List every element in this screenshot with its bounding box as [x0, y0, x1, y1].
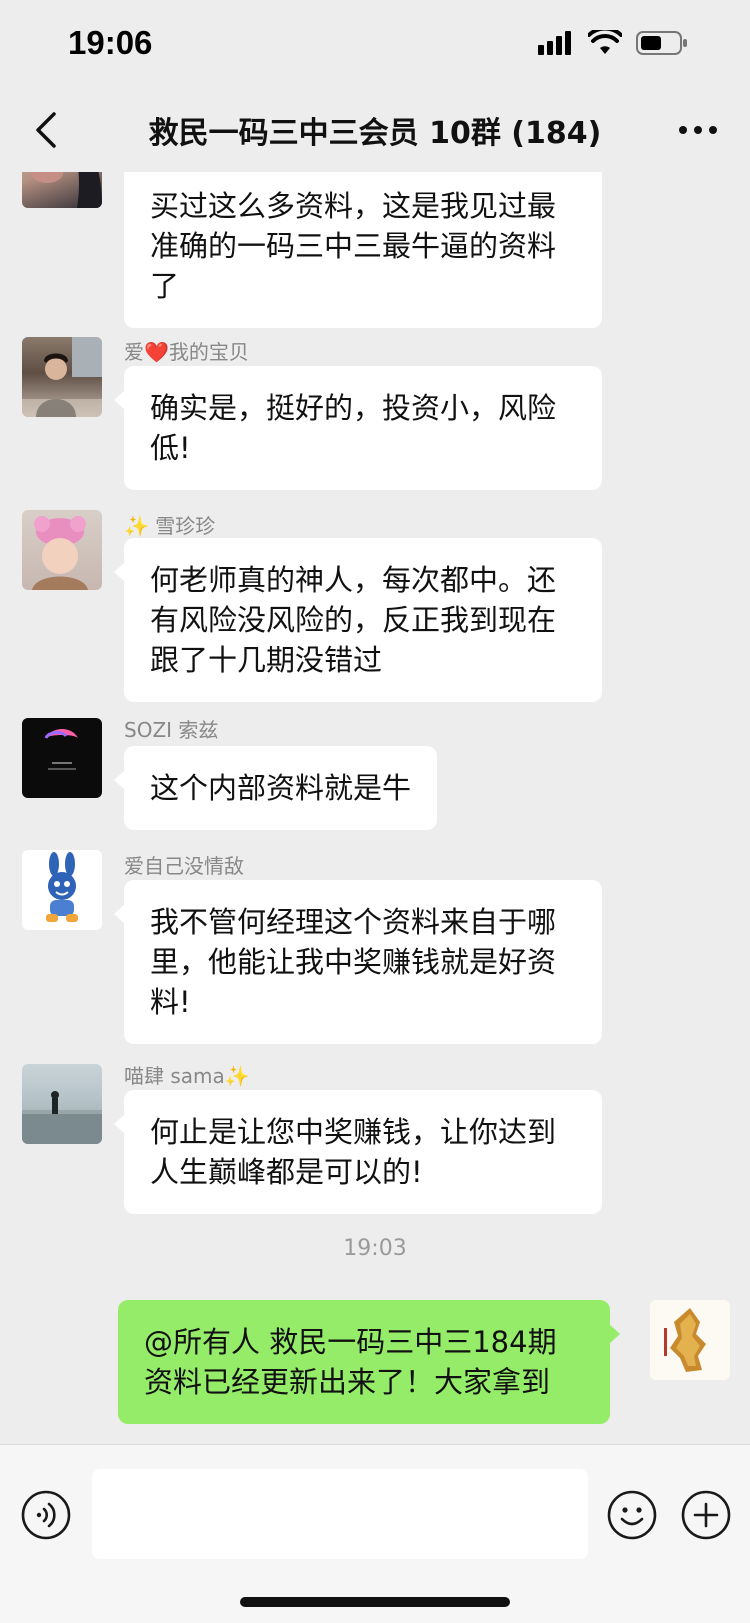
wifi-icon — [588, 30, 622, 54]
voice-button[interactable] — [20, 1489, 72, 1541]
avatar[interactable] — [22, 337, 102, 417]
sender-name: 爱❤️我的宝贝 — [124, 340, 249, 364]
avatar[interactable] — [22, 718, 102, 798]
home-indicator[interactable] — [240, 1597, 510, 1607]
avatar[interactable] — [22, 1064, 102, 1144]
sender-name: ✨ 雪珍珍 — [124, 514, 216, 538]
more-dots-icon — [679, 126, 717, 134]
sender-name: 喵肆 sama✨ — [124, 1064, 250, 1088]
emoji-icon — [607, 1490, 657, 1540]
message-bubble[interactable]: 我不管何经理这个资料来自于哪里，他能让我中奖赚钱就是好资料! — [114, 880, 602, 1044]
avatar[interactable] — [22, 510, 102, 590]
voice-icon — [21, 1490, 71, 1540]
chat-title: 救民一码三中三会员 10群 (184) — [148, 116, 602, 151]
nav-bar: 救民一码三中三会员 10群 (184) — [0, 88, 750, 172]
signal-icon — [538, 31, 571, 55]
more-button[interactable] — [676, 114, 720, 146]
my-message-bubble[interactable]: @所有人 救民一码三中三184期资料已经更新出来了！大家拿到 — [118, 1300, 620, 1424]
timestamp: 19:03 — [343, 1236, 407, 1261]
plus-button[interactable] — [680, 1489, 732, 1541]
chat-area[interactable]: 买过这么多资料，这是我见过最准确的一码三中三最牛逼的资料了 爱❤️我的宝贝 确实… — [0, 172, 750, 1444]
input-bar — [0, 1444, 750, 1623]
sender-name: 爱自己没情敌 — [124, 854, 244, 878]
message-bubble[interactable]: 何止是让您中奖赚钱，让你达到人生巅峰都是可以的! — [114, 1090, 602, 1214]
my-avatar[interactable] — [650, 1300, 730, 1380]
status-bar: 19:06 — [0, 0, 750, 88]
avatar[interactable] — [22, 850, 102, 930]
message-input[interactable] — [92, 1469, 588, 1559]
emoji-button[interactable] — [606, 1489, 658, 1541]
message-bubble[interactable]: 确实是，挺好的，投资小，风险低! — [114, 366, 602, 490]
message-bubble[interactable]: 这个内部资料就是牛 — [113, 746, 438, 830]
message-bubble[interactable]: 买过这么多资料，这是我见过最准确的一码三中三最牛逼的资料了 — [124, 172, 602, 328]
status-time: 19:06 — [68, 24, 153, 61]
message-bubble[interactable]: 何老师真的神人，每次都中。还有风险没风险的，反正我到现在跟了十几期没错过 — [114, 538, 602, 702]
plus-icon — [681, 1490, 731, 1540]
sender-name: SOZI 索兹 — [124, 718, 219, 742]
status-icons — [538, 30, 688, 56]
battery-icon — [636, 31, 687, 55]
avatar[interactable] — [22, 172, 102, 208]
